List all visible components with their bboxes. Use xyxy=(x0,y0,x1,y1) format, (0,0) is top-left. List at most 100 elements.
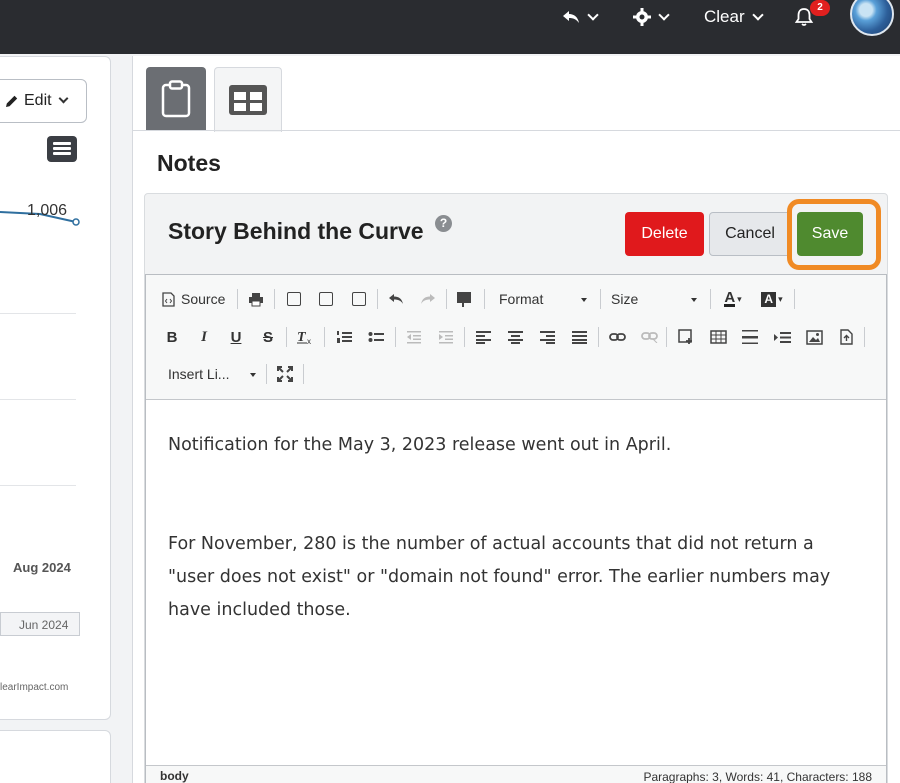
bold-icon: B xyxy=(166,328,178,346)
chevron-down-icon xyxy=(58,93,69,104)
justify-button[interactable] xyxy=(568,325,590,349)
paste-word-button[interactable] xyxy=(348,287,370,311)
save-button[interactable]: Save xyxy=(797,212,863,256)
insert-form-icon xyxy=(678,329,692,344)
toolbar-separator xyxy=(598,327,599,347)
background-color-button[interactable]: A ▾ xyxy=(758,287,786,311)
strikethrough-button[interactable]: S xyxy=(258,325,278,349)
strikethrough-icon: S xyxy=(262,328,273,346)
decrease-indent-button[interactable] xyxy=(403,325,425,349)
indent-block-button[interactable] xyxy=(771,325,793,349)
undo-menu[interactable] xyxy=(562,0,599,34)
increase-indent-icon xyxy=(439,331,453,344)
toolbar-separator xyxy=(286,327,287,347)
print-button[interactable] xyxy=(245,287,267,311)
toolbar-separator xyxy=(446,289,447,309)
align-left-icon xyxy=(475,330,491,344)
background-color-icon: A xyxy=(761,291,777,307)
clipboard-word-icon xyxy=(352,292,366,306)
bulleted-list-icon xyxy=(368,332,384,342)
format-dropdown-label: Format xyxy=(499,291,544,307)
editor-content-area[interactable]: Notification for the May 3, 2023 release… xyxy=(146,401,886,756)
redo-button[interactable] xyxy=(417,287,439,311)
toolbar-separator xyxy=(266,364,267,384)
text-color-button[interactable]: A ▾ xyxy=(719,287,747,311)
unlink-button[interactable] xyxy=(638,325,660,349)
align-left-button[interactable] xyxy=(472,325,494,349)
toolbar-separator xyxy=(484,289,485,309)
gear-icon xyxy=(633,8,651,26)
increase-indent-button[interactable] xyxy=(435,325,457,349)
table-icon xyxy=(709,330,727,344)
chart-credit[interactable]: learImpact.com xyxy=(0,682,68,693)
image-icon xyxy=(805,329,823,345)
remove-format-button[interactable]: Tx xyxy=(294,325,316,349)
source-button[interactable]: Source xyxy=(162,287,225,311)
tab-table[interactable] xyxy=(214,67,282,132)
range-navigator-label: Jun 2024 xyxy=(19,618,69,632)
insert-table-button[interactable] xyxy=(707,325,729,349)
tab-divider xyxy=(132,130,900,131)
unlink-icon xyxy=(640,332,658,343)
align-right-icon xyxy=(539,330,555,344)
dropdown-arrow-icon xyxy=(581,298,587,302)
insert-form-button[interactable] xyxy=(675,325,697,349)
horizontal-rule-button[interactable] xyxy=(739,325,761,349)
element-path[interactable]: body xyxy=(160,769,189,783)
edit-button[interactable]: Edit xyxy=(0,79,87,123)
bold-button[interactable]: B xyxy=(162,325,182,349)
italic-button[interactable]: I xyxy=(194,325,214,349)
insert-link-dropdown[interactable]: Insert Li... xyxy=(168,362,256,386)
size-dropdown[interactable]: Size xyxy=(611,287,697,311)
word-count: Paragraphs: 3, Words: 41, Characters: 18… xyxy=(643,770,872,783)
toolbar-separator xyxy=(464,327,465,347)
link-icon xyxy=(608,333,626,341)
help-icon[interactable]: ? xyxy=(435,215,452,232)
undo-button[interactable] xyxy=(385,287,407,311)
paragraph: For November, 280 is the number of actua… xyxy=(168,534,831,620)
undo-icon xyxy=(389,294,403,304)
toolbar-separator xyxy=(710,289,711,309)
underline-button[interactable]: U xyxy=(226,325,246,349)
bulleted-list-button[interactable] xyxy=(365,325,387,349)
delete-button[interactable]: Delete xyxy=(625,212,704,256)
chevron-down-icon xyxy=(587,8,599,21)
section-title: Notes xyxy=(157,150,221,176)
justify-icon xyxy=(571,330,587,344)
clipboard-text-icon xyxy=(319,292,333,306)
cancel-button[interactable]: Cancel xyxy=(709,212,791,256)
svg-text:x: x xyxy=(307,337,311,345)
insert-image-button[interactable] xyxy=(803,325,825,349)
underline-icon: U xyxy=(230,328,242,346)
toolbar-separator xyxy=(377,289,378,309)
gridline xyxy=(0,399,76,400)
template-button[interactable] xyxy=(453,287,475,311)
remove-format-icon: Tx xyxy=(297,330,311,345)
indent-block-icon xyxy=(773,331,791,343)
toolbar-separator xyxy=(237,289,238,309)
notification-count-badge: 2 xyxy=(810,0,830,16)
workspace-menu[interactable]: Clear xyxy=(704,0,764,34)
source-icon xyxy=(162,291,175,307)
paste-text-button[interactable] xyxy=(315,287,337,311)
align-center-icon xyxy=(507,330,523,344)
dashboard-card-secondary xyxy=(0,730,111,783)
undo-arrow-icon xyxy=(563,11,579,23)
numbered-list-button[interactable] xyxy=(333,325,355,349)
maximize-button[interactable] xyxy=(274,362,296,386)
gridline xyxy=(0,313,76,314)
toolbar-separator xyxy=(324,327,325,347)
paste-button[interactable] xyxy=(283,287,305,311)
x-axis-tick-label: Aug 2024 xyxy=(13,560,71,575)
link-button[interactable] xyxy=(606,325,628,349)
settings-menu[interactable] xyxy=(633,0,670,34)
upload-file-button[interactable] xyxy=(835,325,857,349)
tab-notes[interactable] xyxy=(146,67,206,131)
toolbar-separator xyxy=(395,327,396,347)
chart-menu-icon[interactable] xyxy=(47,136,77,162)
align-center-button[interactable] xyxy=(504,325,526,349)
align-right-button[interactable] xyxy=(536,325,558,349)
dropdown-arrow-icon xyxy=(250,373,256,377)
format-dropdown[interactable]: Format xyxy=(499,287,587,311)
range-navigator[interactable]: Jun 2024 xyxy=(0,612,80,636)
